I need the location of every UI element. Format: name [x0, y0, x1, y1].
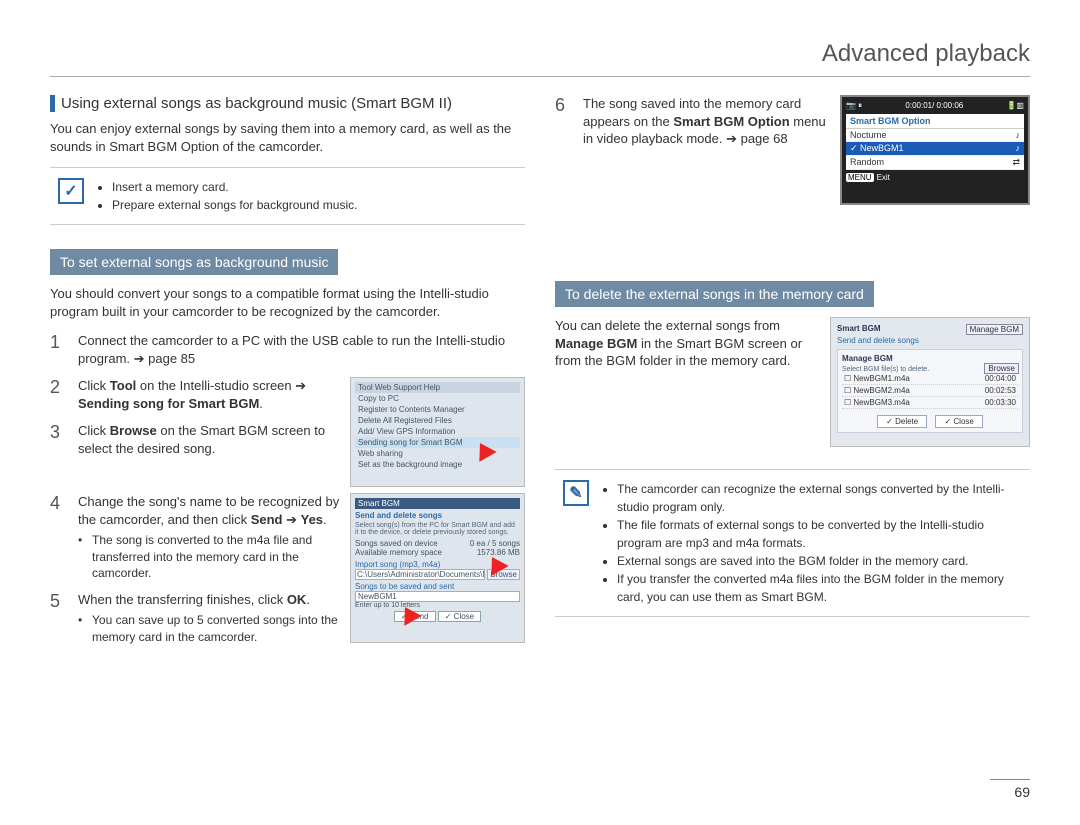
step-4: Change the song's name to be recognized …: [78, 493, 340, 581]
prep-note-box: Insert a memory card. Prepare external s…: [50, 167, 525, 225]
right-column: 📷 ⏸ 0:00:01/ 0:00:06 🔋▥ Smart BGM Option…: [555, 95, 1030, 655]
lcd-option: Nocturne♪: [846, 129, 1024, 142]
tool-menu-screenshot: Tool Web Support Help Copy to PC Registe…: [350, 377, 525, 487]
step-number: 2: [50, 377, 68, 412]
manage-bgm-screenshot: Smart BGM Send and delete songs Manage B…: [830, 317, 1030, 447]
check-icon: [58, 178, 84, 204]
note-icon: [563, 480, 589, 506]
step-number: 1: [50, 332, 68, 367]
step-2: Click Tool on the Intelli-studio screen …: [78, 377, 340, 412]
step-number: 6: [555, 95, 573, 148]
step-5: When the transferring finishes, click OK…: [78, 591, 340, 645]
lcd-exit: MENUExit: [846, 173, 1024, 182]
info-note-box: The camcorder can recognize the external…: [555, 469, 1030, 617]
section-heading: Using external songs as background music…: [50, 95, 525, 112]
info-note: The camcorder can recognize the external…: [617, 480, 1022, 516]
lcd-option-selected: ✓ NewBGM1♪: [846, 142, 1024, 156]
prep-note: Insert a memory card.: [112, 178, 357, 196]
step-6: The song saved into the memory card appe…: [583, 95, 832, 148]
smart-bgm-dialog-screenshot: Smart BGM Send and delete songs Select s…: [350, 493, 525, 643]
page-title: Advanced playback: [50, 40, 1030, 77]
intro-text: You can enjoy external songs by saving t…: [50, 120, 525, 155]
battery-icon: 🔋▥: [1006, 101, 1024, 111]
step-number: 4: [50, 493, 68, 581]
step-1: Connect the camcorder to a PC with the U…: [78, 332, 525, 367]
sub-header-delete: To delete the external songs in the memo…: [555, 281, 874, 307]
info-note: External songs are saved into the BGM fo…: [617, 552, 1022, 570]
step-number: 5: [50, 591, 68, 645]
prep-note: Prepare external songs for background mu…: [112, 196, 357, 214]
sub-intro: You should convert your songs to a compa…: [50, 285, 525, 320]
info-note: The file formats of external songs to be…: [617, 516, 1022, 552]
camcorder-lcd: 📷 ⏸ 0:00:01/ 0:00:06 🔋▥ Smart BGM Option…: [840, 95, 1030, 205]
rec-icon: 📷 ⏸: [846, 101, 862, 111]
step-3: Click Browse on the Smart BGM screen to …: [78, 422, 340, 457]
lcd-time: 0:00:01/ 0:00:06: [905, 101, 963, 111]
step-number: 3: [50, 422, 68, 457]
left-column: Using external songs as background music…: [50, 95, 525, 655]
sub-header-set: To set external songs as background musi…: [50, 249, 338, 275]
page-number: 69: [990, 779, 1030, 800]
lcd-option: Random⇄: [846, 156, 1024, 170]
info-note: If you transfer the converted m4a files …: [617, 570, 1022, 606]
lcd-title: Smart BGM Option: [846, 114, 1024, 129]
